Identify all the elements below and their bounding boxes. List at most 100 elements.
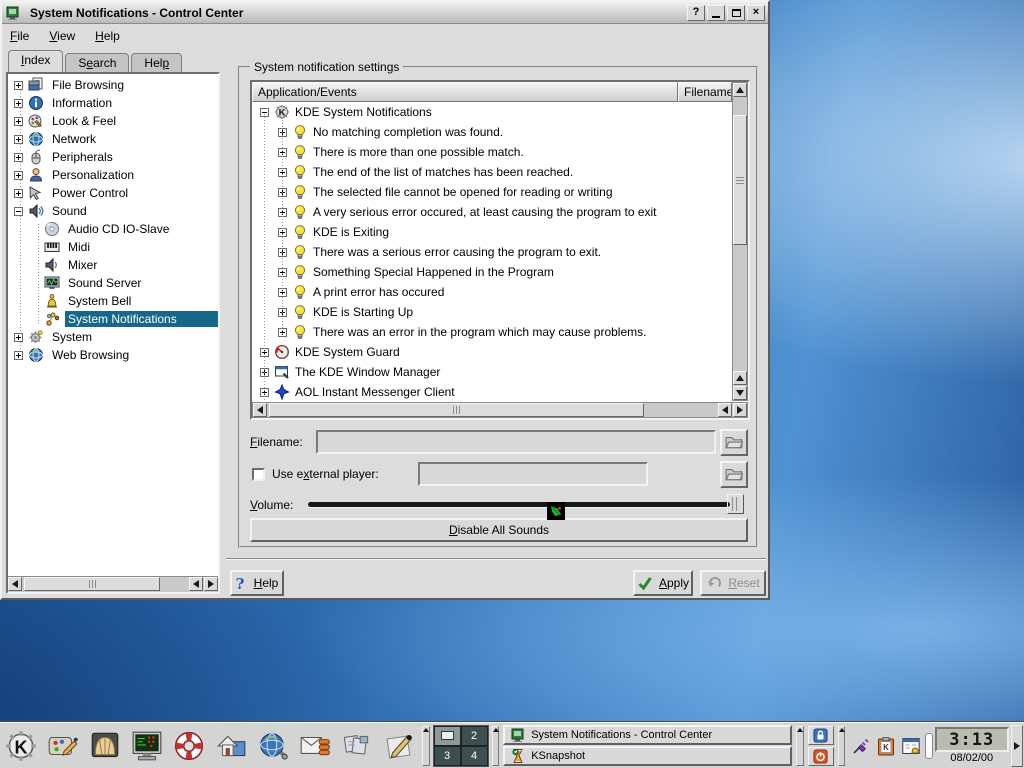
launcher-help-lifering[interactable]	[169, 726, 209, 766]
klipper-plug-icon[interactable]	[851, 736, 871, 756]
expander-plus-icon[interactable]	[14, 81, 23, 90]
sidebar-item-sound-server[interactable]: Sound Server	[8, 274, 218, 292]
lock-screen-button[interactable]	[808, 726, 834, 745]
event-row[interactable]: No matching completion was found.	[252, 122, 732, 142]
external-player-input[interactable]	[418, 462, 648, 486]
applet-handle[interactable]	[796, 726, 804, 766]
scroll-thumb[interactable]	[269, 403, 644, 417]
sidebar-item-system-notifications[interactable]: System Notifications	[8, 310, 218, 328]
taskbar-task-ksnapshot[interactable]: KSnapshot	[503, 746, 792, 766]
titlebar[interactable]: System Notifications - Control Center ? …	[2, 2, 768, 24]
volume-slider-track[interactable]	[308, 502, 730, 507]
applet-handle[interactable]	[838, 726, 846, 766]
expander-plus-icon[interactable]	[14, 189, 23, 198]
titlebar-help-button[interactable]: ?	[687, 5, 705, 21]
sidebar-item-personalization[interactable]: Personalization	[8, 166, 218, 184]
event-row[interactable]: KKDE System Notifications	[252, 102, 732, 122]
applet-handle-bar[interactable]	[925, 733, 933, 759]
sidebar-item-information[interactable]: Information	[8, 94, 218, 112]
launcher-konqueror[interactable]	[253, 726, 293, 766]
launcher-pen[interactable]	[379, 726, 419, 766]
tab-index[interactable]: Index	[8, 50, 63, 72]
sidebar-item-network[interactable]: Network	[8, 130, 218, 148]
column-filename[interactable]: Filename	[678, 82, 732, 102]
scroll-left-button[interactable]	[253, 403, 267, 417]
event-row[interactable]: KDE is Exiting	[252, 222, 732, 242]
sidebar-item-power-control[interactable]: Power Control	[8, 184, 218, 202]
launcher-shell[interactable]	[85, 726, 125, 766]
sidebar-item-file-browsing[interactable]: File Browsing	[8, 76, 218, 94]
expander-minus-icon[interactable]	[14, 207, 23, 216]
event-row[interactable]: KDE is Starting Up	[252, 302, 732, 322]
event-row[interactable]: A print error has occured	[252, 282, 732, 302]
scroll-left-button-2[interactable]	[189, 577, 203, 591]
organizer-alarm-icon[interactable]	[901, 736, 921, 756]
expander-plus-icon[interactable]	[14, 117, 23, 126]
disable-all-sounds-button[interactable]: Disable All Sounds	[250, 518, 748, 542]
sidebar-item-peripherals[interactable]: Peripherals	[8, 148, 218, 166]
close-button[interactable]: ×	[747, 5, 765, 21]
sidebar-item-system-bell[interactable]: System Bell	[8, 292, 218, 310]
event-row[interactable]: A very serious error occured, at least c…	[252, 202, 732, 222]
browse-filename-button[interactable]	[720, 429, 748, 456]
event-row[interactable]: There was an error in the program which …	[252, 322, 732, 342]
volume-slider-handle[interactable]	[727, 494, 744, 514]
sidebar-item-web-browsing[interactable]: Web Browsing	[8, 346, 218, 364]
sidebar-item-audio-cd-io-slave[interactable]: Audio CD IO-Slave	[8, 220, 218, 238]
use-external-player-checkbox[interactable]	[252, 468, 265, 481]
minimize-button[interactable]	[707, 5, 725, 21]
help-button[interactable]: ? Help	[230, 570, 284, 596]
sidebar-item-mixer[interactable]: Mixer	[8, 256, 218, 274]
browse-player-button[interactable]	[720, 461, 748, 488]
event-row[interactable]: AOL Instant Messenger Client	[252, 382, 732, 401]
apply-button[interactable]: Apply	[633, 570, 693, 596]
clock-applet[interactable]: 3:13 08/02/00	[935, 727, 1009, 764]
panel-hide-button[interactable]	[1011, 725, 1023, 767]
scroll-up-button[interactable]	[733, 83, 747, 97]
launcher-home-folder[interactable]	[211, 726, 251, 766]
menu-file[interactable]: File	[10, 29, 29, 43]
events-vscrollbar[interactable]	[732, 82, 748, 401]
event-row[interactable]: KDE System Guard	[252, 342, 732, 362]
pager-desktop-4[interactable]: 4	[461, 746, 488, 766]
sidebar-item-midi[interactable]: Midi	[8, 238, 218, 256]
scroll-thumb[interactable]	[733, 115, 747, 245]
launcher-notes[interactable]	[337, 726, 377, 766]
event-row[interactable]: Something Special Happened in the Progra…	[252, 262, 732, 282]
scroll-right-button[interactable]	[733, 403, 747, 417]
menu-view[interactable]: View	[49, 29, 75, 43]
expander-plus-icon[interactable]	[14, 135, 23, 144]
launcher-desktop-palette[interactable]	[43, 726, 83, 766]
pager-desktop-2[interactable]: 2	[461, 726, 488, 746]
pager-desktop-3[interactable]: 3	[434, 746, 461, 766]
tab-search[interactable]: Search	[65, 53, 129, 72]
column-application-events[interactable]: Application/Events	[252, 82, 678, 102]
filename-input[interactable]	[316, 430, 716, 454]
events-hscrollbar[interactable]	[252, 402, 748, 418]
event-row[interactable]: The selected file cannot be opened for r…	[252, 182, 732, 202]
reset-button[interactable]: Reset	[700, 570, 766, 596]
menu-help[interactable]: Help	[95, 29, 120, 43]
scroll-thumb[interactable]	[24, 577, 160, 591]
event-row[interactable]: The KDE Window Manager	[252, 362, 732, 382]
event-row[interactable]: There is more than one possible match.	[252, 142, 732, 162]
event-row[interactable]: The end of the list of matches has been …	[252, 162, 732, 182]
launcher-terminal[interactable]	[127, 726, 167, 766]
expander-plus-icon[interactable]	[14, 171, 23, 180]
launcher-k-menu[interactable]: K	[1, 726, 41, 766]
scroll-up-button-2[interactable]	[733, 371, 747, 385]
event-row[interactable]: There was a serious error causing the pr…	[252, 242, 732, 262]
sidebar-hscrollbar[interactable]	[8, 576, 218, 592]
logout-button[interactable]	[808, 747, 834, 766]
expander-plus-icon[interactable]	[14, 351, 23, 360]
sidebar-item-system[interactable]: System	[8, 328, 218, 346]
tab-help[interactable]: Help	[131, 53, 182, 72]
expander-plus-icon[interactable]	[14, 99, 23, 108]
scroll-left-button[interactable]	[8, 577, 22, 591]
launcher-mail[interactable]	[295, 726, 335, 766]
expander-plus-icon[interactable]	[14, 153, 23, 162]
applet-handle[interactable]	[422, 726, 430, 766]
expander-plus-icon[interactable]	[14, 333, 23, 342]
sidebar-item-sound[interactable]: Sound	[8, 202, 218, 220]
scroll-down-button[interactable]	[733, 386, 747, 400]
